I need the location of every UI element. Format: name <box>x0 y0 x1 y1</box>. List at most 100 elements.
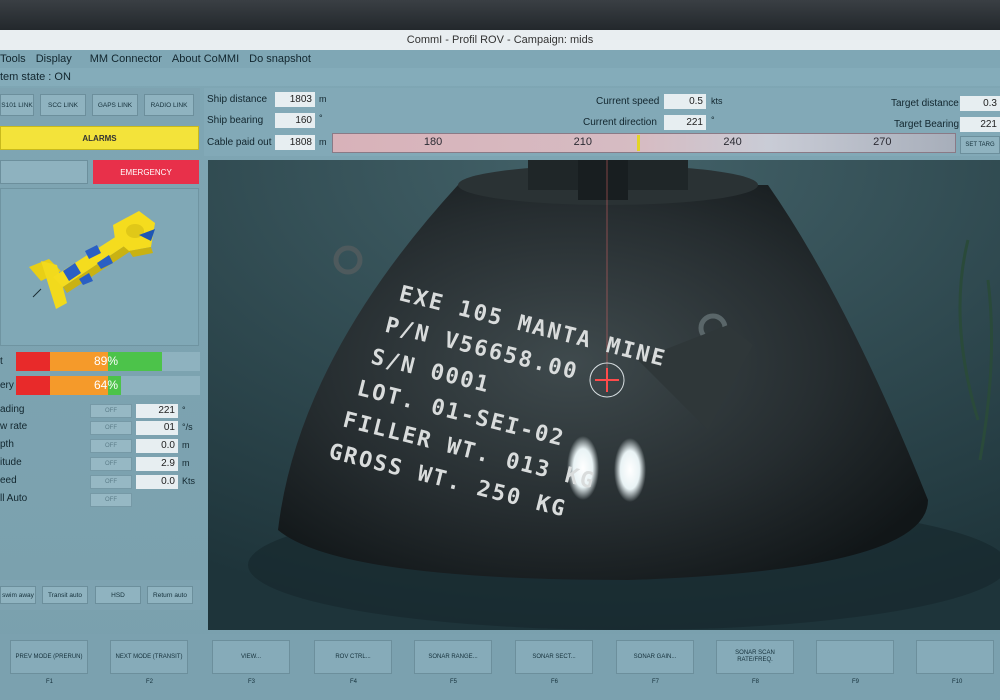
window-title: CommI - Profil ROV - Campaign: mids <box>0 30 1000 51</box>
s101-link-button[interactable]: S101 LINK <box>0 94 34 116</box>
menu-snapshot[interactable]: Do snapshot <box>249 50 311 68</box>
function-key-f8[interactable]: SONAR SCAN RATE/FREQ. <box>716 640 794 674</box>
system-state: tem state : ON <box>0 68 1000 86</box>
function-key-f3[interactable]: VIEW... <box>212 640 290 674</box>
function-key-number: F2 <box>146 679 154 685</box>
heading-unit: ° <box>182 405 186 415</box>
battery-gauge-text: 64% <box>94 378 119 392</box>
menu-tools[interactable]: Tools <box>0 50 26 68</box>
alarms-button[interactable]: ALARMS <box>0 126 199 150</box>
thrust-label: t <box>0 356 3 367</box>
cable-paid-out-unit: m <box>319 137 327 147</box>
function-key-f4[interactable]: ROV CTRL... <box>314 640 392 674</box>
target-bearing-value: 221 <box>960 117 1000 132</box>
ship-distance-label: Ship distance <box>207 94 268 105</box>
camera-view: EXE 105 MANTA MINE P/N V56658.00 S/N 0001 L… <box>208 160 1000 630</box>
transit-auto-button[interactable]: Transit auto <box>42 586 88 604</box>
status-box <box>0 160 88 184</box>
cable-paid-out-value: 1808 <box>275 135 315 150</box>
yaw-rate-off-button[interactable]: OFF <box>90 421 132 435</box>
speed-value: 0.0 <box>136 475 178 489</box>
ship-bearing-label: Ship bearing <box>207 115 264 126</box>
function-key-f7[interactable]: SONAR GAIN... <box>616 640 694 674</box>
menu-about[interactable]: About CoMMI <box>172 50 239 68</box>
function-key-number: F7 <box>652 679 660 685</box>
function-key-f6[interactable]: SONAR SECT... <box>515 640 593 674</box>
function-key-f5[interactable]: SONAR RANGE... <box>414 640 492 674</box>
yaw-rate-label: w rate <box>0 421 28 432</box>
radio-link-button[interactable]: RADIO LINK <box>144 94 194 116</box>
heading-off-button[interactable]: OFF <box>90 404 132 418</box>
thrust-gauge: 89% <box>16 352 200 371</box>
target-distance-value: 0.3 <box>960 96 1000 111</box>
current-direction-unit: ° <box>711 115 715 125</box>
scc-link-button[interactable]: SCC LINK <box>40 94 86 116</box>
monitor-bezel <box>0 0 1000 30</box>
menu-bar: Tools Display MM Connector About CoMMI Do sn… <box>0 50 1000 68</box>
depth-off-button[interactable]: OFF <box>90 439 132 453</box>
battery-label: ery <box>0 380 14 391</box>
heading-tick-270: 270 <box>873 136 892 148</box>
heading-tick-180: 180 <box>423 136 443 148</box>
speed-unit: Kts <box>182 476 196 486</box>
yaw-rate-unit: °/s <box>182 422 193 432</box>
heading-label: ading <box>0 404 25 415</box>
function-key-number: F8 <box>752 679 760 685</box>
function-key-number: F9 <box>852 679 860 685</box>
function-key-f1[interactable]: PREV MODE (PRERUN) <box>10 640 88 674</box>
heading-tick-240: 240 <box>723 136 742 148</box>
altitude-unit: m <box>182 458 190 468</box>
function-key-number: F3 <box>248 679 256 685</box>
function-key-f2[interactable]: NEXT MODE (TRANSIT) <box>110 640 188 674</box>
yaw-rate-value: 01 <box>136 421 178 435</box>
hsd-button[interactable]: HSD <box>95 586 141 604</box>
roll-auto-off-button[interactable]: OFF <box>90 493 132 507</box>
ship-bearing-value: 160 <box>275 113 315 128</box>
heading-value: 221 <box>136 404 178 418</box>
roll-auto-label: ll Auto <box>0 493 28 504</box>
target-bearing-label: Target Bearing <box>894 119 960 130</box>
current-direction-label: Current direction <box>583 117 657 128</box>
thrust-gauge-fill <box>16 352 162 371</box>
ship-distance-unit: m <box>319 94 327 104</box>
battery-gauge: 64% <box>16 376 200 395</box>
menu-display[interactable]: Display <box>36 50 72 68</box>
ship-distance-value: 1803 <box>275 92 315 107</box>
rov-attitude-view <box>0 188 199 346</box>
swim-away-button[interactable]: swim away <box>0 586 36 604</box>
thrust-gauge-text: 89% <box>94 354 119 368</box>
cable-paid-out-label: Cable paid out <box>207 137 272 148</box>
altitude-value: 2.9 <box>136 457 178 471</box>
heading-tick-210: 210 <box>573 136 592 148</box>
set-target-button[interactable]: SET TARG <box>960 136 1000 154</box>
heading-tape: 180 210 240 270 <box>332 133 956 153</box>
depth-value: 0.0 <box>136 439 178 453</box>
ship-bearing-unit: ° <box>319 113 323 123</box>
altitude-label: itude <box>0 457 22 468</box>
current-speed-unit: kts <box>711 96 723 106</box>
current-speed-value: 0.5 <box>664 94 706 109</box>
target-distance-label: Target distance <box>891 98 959 109</box>
current-direction-value: 221 <box>664 115 706 130</box>
speed-off-button[interactable]: OFF <box>90 475 132 489</box>
speed-label: eed <box>0 475 17 486</box>
depth-label: pth <box>0 439 14 450</box>
function-key-f9[interactable] <box>816 640 894 674</box>
function-key-f10[interactable] <box>916 640 994 674</box>
menu-mm-connector[interactable]: MM Connector <box>90 50 162 68</box>
gaps-link-button[interactable]: GAPS LINK <box>92 94 138 116</box>
current-speed-label: Current speed <box>596 96 660 107</box>
function-key-number: F4 <box>350 679 358 685</box>
return-auto-button[interactable]: Return auto <box>147 586 193 604</box>
function-key-number: F5 <box>450 679 458 685</box>
mine-camera-image: EXE 105 MANTA MINEP/N V56658.00S/N 0001L… <box>208 160 1000 630</box>
function-key-number: F1 <box>46 679 54 685</box>
rov-model-icon <box>29 211 155 309</box>
depth-unit: m <box>182 440 190 450</box>
emergency-button[interactable]: EMERGENCY <box>93 160 199 184</box>
rov-control-app: CommI - Profil ROV - Campaign: mids Tool… <box>0 0 1000 700</box>
altitude-off-button[interactable]: OFF <box>90 457 132 471</box>
function-key-number: F10 <box>952 679 963 685</box>
heading-marker <box>636 135 640 151</box>
function-key-number: F6 <box>551 679 559 685</box>
